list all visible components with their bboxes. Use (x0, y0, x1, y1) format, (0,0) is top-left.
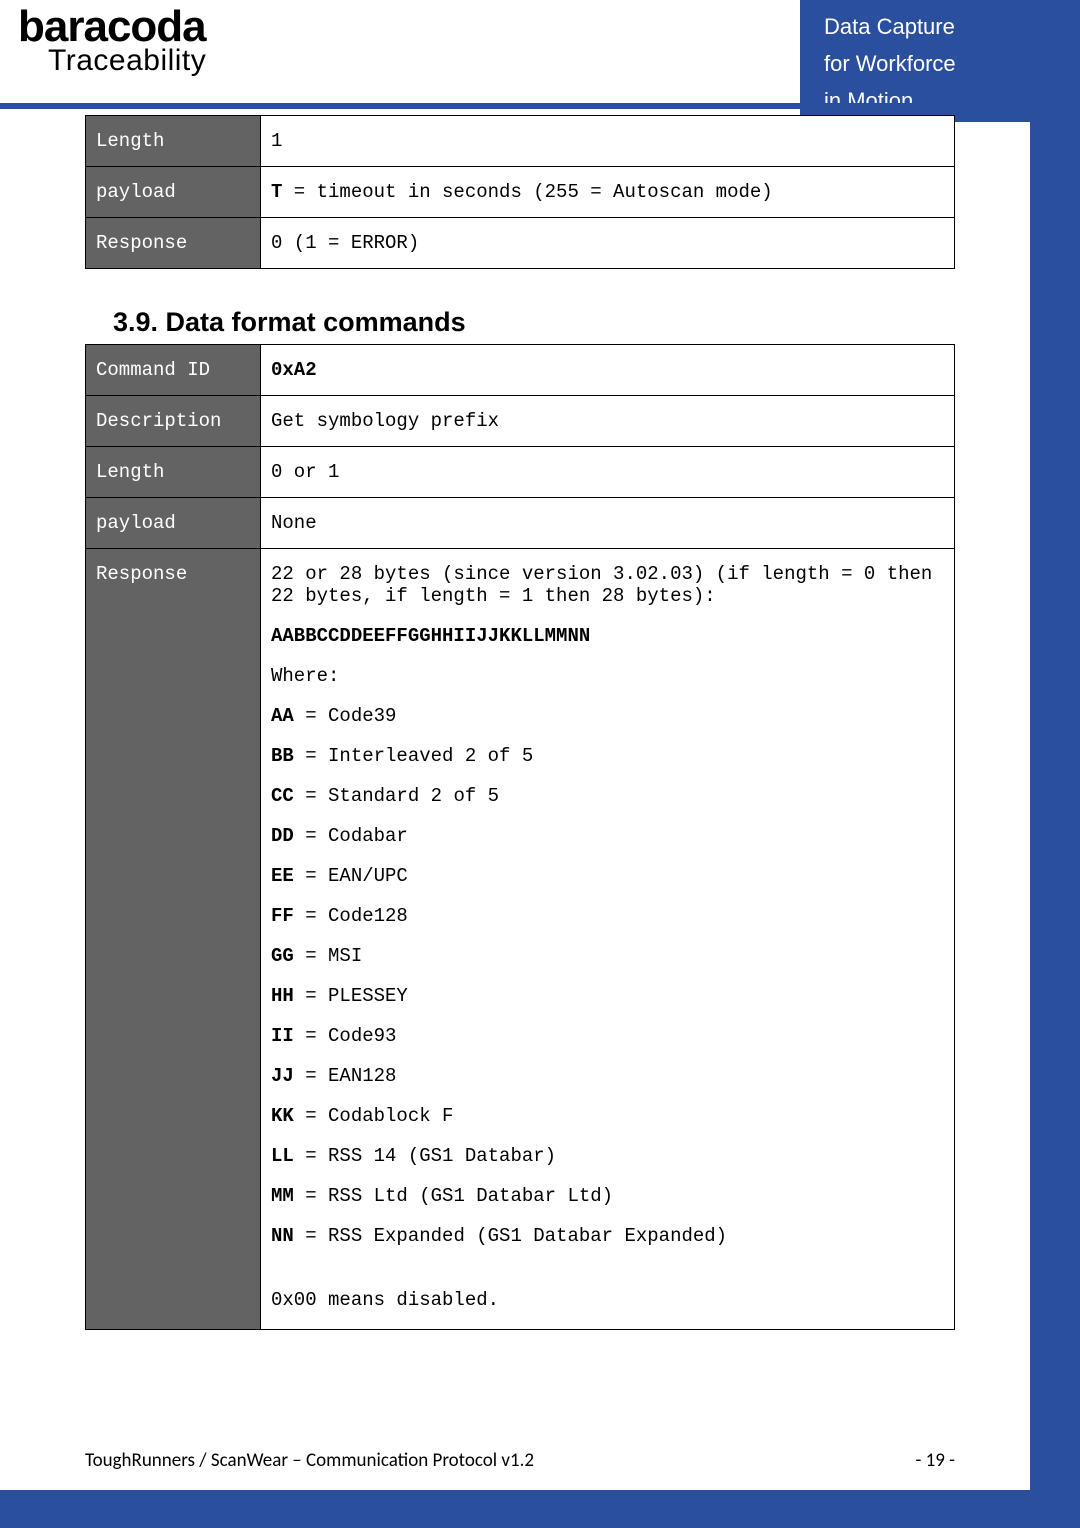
resp-EE: EE = EAN/UPC (271, 865, 944, 887)
header-divider (0, 103, 1030, 109)
desc-NN: = RSS Expanded (GS1 Databar Expanded) (294, 1225, 727, 1247)
payload2-label: payload (86, 498, 261, 549)
payload-value: T = timeout in seconds (255 = Autoscan m… (261, 167, 955, 218)
resp-AA: AA = Code39 (271, 705, 944, 727)
code-LL: LL (271, 1145, 294, 1167)
resp-NN: NN = RSS Expanded (GS1 Databar Expanded) (271, 1225, 944, 1247)
logo: baracoda Traceability (18, 2, 206, 78)
code-KK: KK (271, 1105, 294, 1127)
desc-DD: = Codabar (294, 825, 408, 847)
response-value: 0 (1 = ERROR) (261, 218, 955, 269)
content: Length 1 payload T = timeout in seconds … (85, 115, 955, 1330)
resp-line1: 22 or 28 bytes (since version 3.02.03) (… (271, 563, 944, 607)
desc-HH: = PLESSEY (294, 985, 408, 1007)
resp-FF: FF = Code128 (271, 905, 944, 927)
desc-KK: = Codablock F (294, 1105, 454, 1127)
table-row: Response 22 or 28 bytes (since version 3… (86, 549, 955, 1330)
resp-LL: LL = RSS 14 (GS1 Databar) (271, 1145, 944, 1167)
table-row: payload None (86, 498, 955, 549)
payload-rest: = timeout in seconds (255 = Autoscan mod… (282, 181, 772, 203)
desc-MM: = RSS Ltd (GS1 Databar Ltd) (294, 1185, 613, 1207)
table-row: payload T = timeout in seconds (255 = Au… (86, 167, 955, 218)
header-line-3: in Motion (824, 82, 1030, 119)
resp-CC: CC = Standard 2 of 5 (271, 785, 944, 807)
length-label: Length (86, 116, 261, 167)
desc-II: = Code93 (294, 1025, 397, 1047)
code-NN: NN (271, 1225, 294, 1247)
code-DD: DD (271, 825, 294, 847)
length2-label: Length (86, 447, 261, 498)
resp-GG: GG = MSI (271, 945, 944, 967)
desc-CC: = Standard 2 of 5 (294, 785, 499, 807)
response2-label: Response (86, 549, 261, 1330)
code-FF: FF (271, 905, 294, 927)
table-row: Length 0 or 1 (86, 447, 955, 498)
resp-BB: BB = Interleaved 2 of 5 (271, 745, 944, 767)
resp-HH: HH = PLESSEY (271, 985, 944, 1007)
desc-FF: = Code128 (294, 905, 408, 927)
page: baracoda Traceability Data Capture for W… (0, 0, 1030, 1490)
length-value: 1 (261, 116, 955, 167)
response2-value: 22 or 28 bytes (since version 3.02.03) (… (261, 549, 955, 1330)
table-row: Length 1 (86, 116, 955, 167)
resp-footer: 0x00 means disabled. (271, 1289, 944, 1311)
header-line-2: for Workforce (824, 45, 1030, 82)
code-CC: CC (271, 785, 294, 807)
code-GG: GG (271, 945, 294, 967)
command-id-value: 0xA2 (261, 345, 955, 396)
table-1: Length 1 payload T = timeout in seconds … (85, 115, 955, 269)
description-value: Get symbology prefix (261, 396, 955, 447)
footer: ToughRunners / ScanWear – Communication … (85, 1449, 955, 1472)
command-id-bold: 0xA2 (271, 359, 317, 381)
desc-EE: = EAN/UPC (294, 865, 408, 887)
footer-left: ToughRunners / ScanWear – Communication … (85, 1449, 534, 1472)
resp-MM: MM = RSS Ltd (GS1 Databar Ltd) (271, 1185, 944, 1207)
resp-KK: KK = Codablock F (271, 1105, 944, 1127)
section-title: 3.9. Data format commands (113, 307, 955, 338)
description-label: Description (86, 396, 261, 447)
code-BB: BB (271, 745, 294, 767)
table-row: Command ID 0xA2 (86, 345, 955, 396)
resp-JJ: JJ = EAN128 (271, 1065, 944, 1087)
response-label: Response (86, 218, 261, 269)
code-JJ: JJ (271, 1065, 294, 1087)
footer-right: - 19 - (916, 1449, 955, 1472)
resp-pattern: AABBCCDDEEFFGGHHIIJJKKLLMMNN (271, 625, 944, 647)
payload-bold: T (271, 181, 282, 203)
resp-pattern-bold: AABBCCDDEEFFGGHHIIJJKKLLMMNN (271, 625, 590, 647)
command-id-label: Command ID (86, 345, 261, 396)
payload2-value: None (261, 498, 955, 549)
payload-label: payload (86, 167, 261, 218)
desc-AA: = Code39 (294, 705, 397, 727)
resp-II: II = Code93 (271, 1025, 944, 1047)
desc-BB: = Interleaved 2 of 5 (294, 745, 533, 767)
code-EE: EE (271, 865, 294, 887)
table-2: Command ID 0xA2 Description Get symbolog… (85, 344, 955, 1330)
code-AA: AA (271, 705, 294, 727)
desc-GG: = MSI (294, 945, 362, 967)
header: baracoda Traceability Data Capture for W… (0, 0, 1030, 105)
code-HH: HH (271, 985, 294, 1007)
desc-LL: = RSS 14 (GS1 Databar) (294, 1145, 556, 1167)
table-row: Description Get symbology prefix (86, 396, 955, 447)
resp-where: Where: (271, 665, 944, 687)
table-row: Response 0 (1 = ERROR) (86, 218, 955, 269)
length2-value: 0 or 1 (261, 447, 955, 498)
desc-JJ: = EAN128 (294, 1065, 397, 1087)
header-line-1: Data Capture (824, 8, 1030, 45)
code-MM: MM (271, 1185, 294, 1207)
resp-DD: DD = Codabar (271, 825, 944, 847)
code-II: II (271, 1025, 294, 1047)
